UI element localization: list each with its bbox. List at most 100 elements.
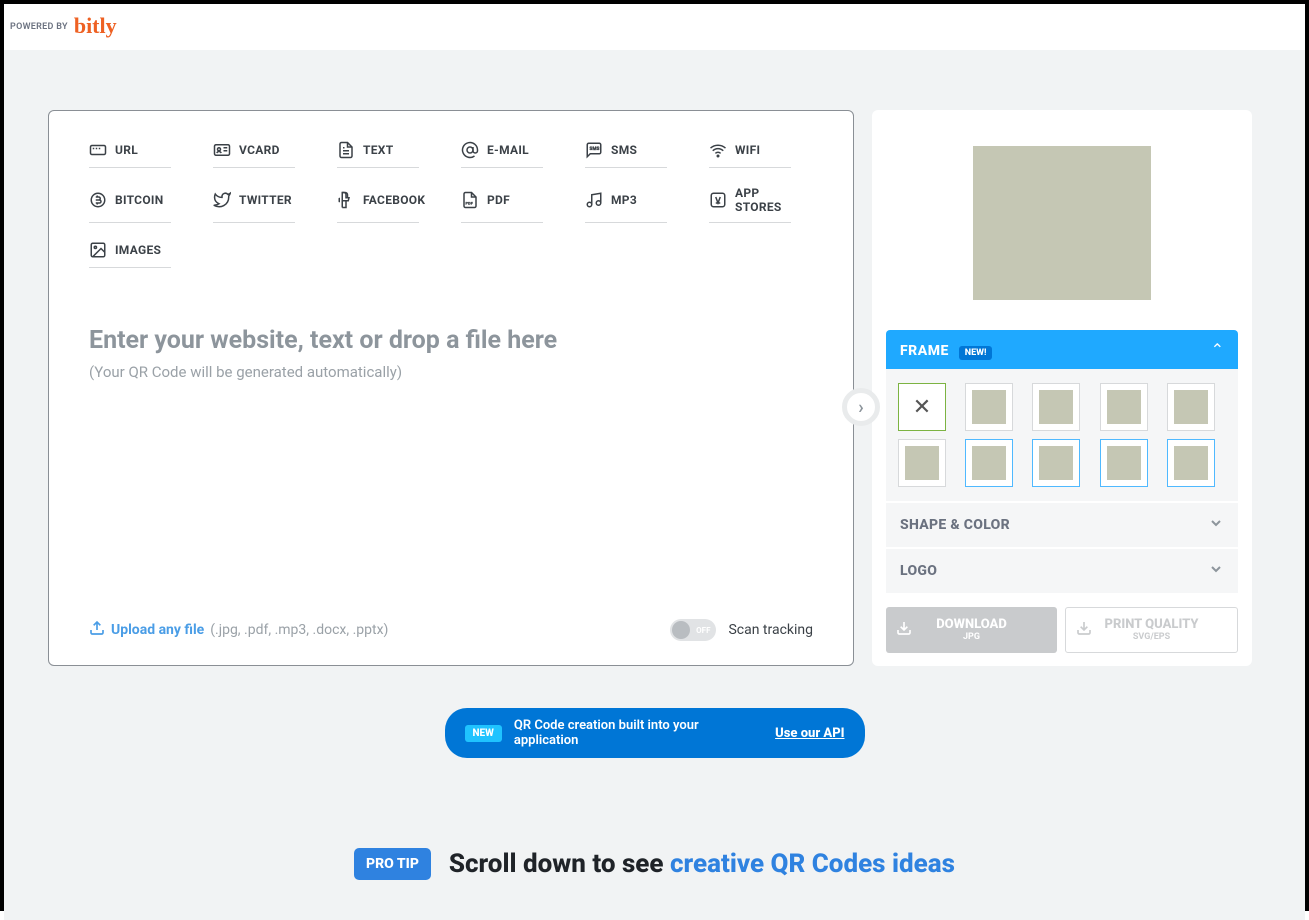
tab-url[interactable]: URL (89, 141, 171, 168)
frame-section-header[interactable]: FRAME NEW! ⌃ (886, 330, 1238, 369)
tab-pdf[interactable]: PDF PDF (461, 186, 543, 223)
bitly-logo[interactable]: bitly (74, 13, 117, 39)
pro-tip-text: Scroll down to see creative QR Codes ide… (449, 849, 955, 879)
tab-label: PDF (487, 193, 510, 207)
pro-tip-link[interactable]: creative QR Codes ideas (670, 849, 955, 879)
frame-option-2[interactable] (965, 383, 1013, 431)
facebook-icon (337, 191, 355, 209)
toggle-knob (672, 621, 690, 639)
pro-tip-row: PRO TIP Scroll down to see creative QR C… (48, 848, 1261, 880)
tab-mp3[interactable]: MP3 (585, 186, 667, 223)
pro-tip-prefix: Scroll down to see (449, 849, 670, 879)
api-promo-pill: NEW QR Code creation built into your app… (445, 708, 865, 758)
tab-images[interactable]: IMAGES (89, 241, 171, 268)
input-placeholder: Enter your website, text or drop a file … (89, 326, 813, 355)
top-header: POWERED BY bitly (4, 4, 1305, 50)
qr-preview-card: FRAME NEW! ⌃ ✕ (872, 110, 1252, 666)
upload-label: Upload any file (111, 622, 204, 638)
frame-option-5[interactable] (1167, 383, 1215, 431)
email-icon (461, 141, 479, 159)
powered-by-label: POWERED BY (10, 22, 68, 32)
api-text: QR Code creation built into your applica… (514, 718, 763, 748)
tab-label: E-MAIL (487, 143, 529, 157)
scan-tracking-label: Scan tracking (728, 622, 813, 638)
main-area: URL VCARD TEXT E-MAIL SMS SMS (4, 50, 1305, 920)
tab-label: TWITTER (239, 193, 292, 207)
frame-option-4[interactable] (1100, 383, 1148, 431)
tab-vcard[interactable]: VCARD (213, 141, 295, 168)
url-icon (89, 141, 107, 159)
pdf-icon: PDF (461, 191, 479, 209)
tab-label: TEXT (363, 143, 393, 157)
tab-text[interactable]: TEXT (337, 141, 419, 168)
main-input-area[interactable]: Enter your website, text or drop a file … (89, 326, 813, 619)
svg-text:SMS: SMS (590, 146, 600, 152)
logo-label: LOGO (900, 563, 937, 579)
tab-label: BITCOIN (115, 193, 163, 207)
content-type-tabs: URL VCARD TEXT E-MAIL SMS SMS (89, 141, 813, 268)
tab-label: URL (115, 143, 138, 157)
frame-option-8[interactable] (1032, 439, 1080, 487)
pro-tip-badge: PRO TIP (354, 848, 431, 880)
twitter-icon (213, 191, 231, 209)
logo-section[interactable]: LOGO (886, 549, 1238, 593)
expand-arrow-button[interactable]: › (842, 388, 880, 426)
tab-wifi[interactable]: WIFI (709, 141, 791, 168)
download-label: DOWNLOAD (936, 618, 1007, 631)
frame-option-none[interactable]: ✕ (898, 383, 946, 431)
frame-options-panel: ✕ (886, 369, 1238, 501)
bitcoin-icon (89, 191, 107, 209)
tab-appstores[interactable]: APP STORES (709, 186, 791, 223)
vcard-icon (213, 141, 231, 159)
chevron-up-icon: ⌃ (1211, 340, 1224, 359)
tab-bitcoin[interactable]: BITCOIN (89, 186, 171, 223)
api-link[interactable]: Use our API (775, 726, 844, 741)
images-icon (89, 241, 107, 259)
qr-editor-card: URL VCARD TEXT E-MAIL SMS SMS (48, 110, 854, 666)
tab-label: MP3 (611, 193, 637, 207)
print-label: PRINT QUALITY (1105, 618, 1199, 631)
tab-label: FACEBOOK (363, 193, 425, 207)
scan-tracking-toggle[interactable]: OFF (670, 619, 716, 641)
shape-color-section[interactable]: SHAPE & COLOR (886, 503, 1238, 547)
frame-option-9[interactable] (1100, 439, 1148, 487)
tab-label: WIFI (735, 143, 760, 157)
tab-sms[interactable]: SMS SMS (585, 141, 667, 168)
x-icon: ✕ (913, 395, 931, 420)
input-subtext: (Your QR Code will be generated automati… (89, 363, 813, 381)
chevron-down-icon (1208, 561, 1224, 581)
api-new-badge: NEW (465, 725, 502, 742)
svg-text:PDF: PDF (466, 202, 474, 206)
download-button[interactable]: DOWNLOAD JPG (886, 607, 1057, 653)
appstores-icon (709, 191, 727, 209)
shape-color-label: SHAPE & COLOR (900, 517, 1010, 533)
tab-facebook[interactable]: FACEBOOK (337, 186, 419, 223)
tab-label: IMAGES (115, 243, 161, 257)
frame-option-6[interactable] (898, 439, 946, 487)
chevron-right-icon: › (858, 397, 863, 418)
chevron-down-icon (1208, 515, 1224, 535)
frame-option-7[interactable] (965, 439, 1013, 487)
download-icon (896, 620, 912, 640)
frame-title: FRAME (900, 343, 949, 359)
text-icon (337, 141, 355, 159)
toggle-state: OFF (696, 626, 710, 635)
frame-option-3[interactable] (1032, 383, 1080, 431)
upload-file-link[interactable]: Upload any file (.jpg, .pdf, .mp3, .docx… (89, 620, 388, 640)
download-icon (1076, 620, 1092, 640)
frame-option-10[interactable] (1167, 439, 1215, 487)
tab-label: APP STORES (735, 186, 791, 214)
tab-label: VCARD (239, 143, 280, 157)
wifi-icon (709, 141, 727, 159)
download-sub: JPG (963, 633, 980, 642)
tab-twitter[interactable]: TWITTER (213, 186, 295, 223)
tab-email[interactable]: E-MAIL (461, 141, 543, 168)
qr-code-preview (973, 146, 1151, 300)
upload-extensions: (.jpg, .pdf, .mp3, .docx, .pptx) (210, 622, 388, 638)
upload-icon (89, 620, 105, 640)
new-badge: NEW! (959, 346, 993, 360)
tab-label: SMS (611, 143, 637, 157)
mp3-icon (585, 191, 603, 209)
print-quality-button[interactable]: PRINT QUALITY SVG/EPS (1065, 607, 1238, 653)
print-sub: SVG/EPS (1133, 633, 1170, 642)
